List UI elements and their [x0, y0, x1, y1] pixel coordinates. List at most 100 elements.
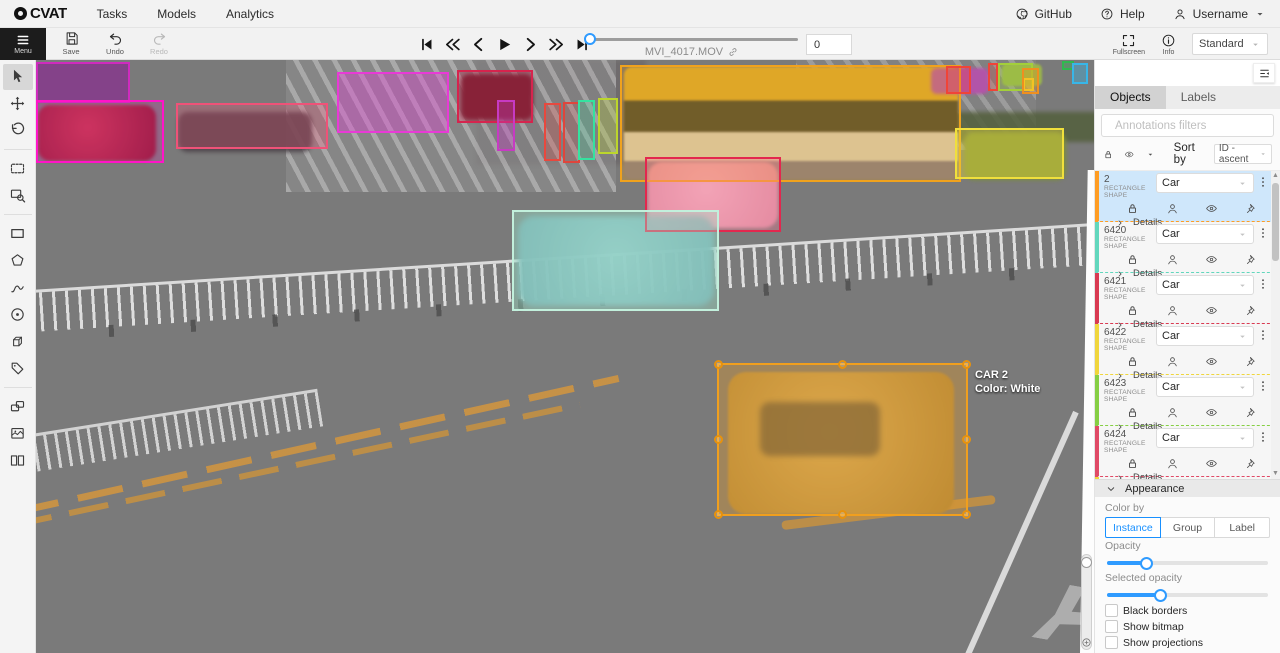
tab-objects[interactable]: Objects — [1095, 86, 1166, 109]
object-item[interactable]: 6424 RECTANGLE SHAPE Car Details — [1095, 426, 1280, 477]
tool-draw-rectangle[interactable] — [3, 221, 33, 247]
seek-slider[interactable] — [586, 38, 798, 41]
annotation-box[interactable] — [544, 103, 561, 161]
occluded-icon[interactable] — [1166, 202, 1179, 215]
occluded-icon[interactable] — [1166, 406, 1179, 419]
lock-icon[interactable] — [1126, 457, 1139, 470]
tool-rotate-canvas[interactable] — [3, 118, 33, 144]
checkbox-show-bitmap[interactable]: Show bitmap — [1105, 620, 1184, 633]
annotation-box[interactable] — [512, 210, 719, 311]
resize-handle[interactable] — [714, 435, 723, 444]
visibility-icon[interactable] — [1205, 355, 1218, 368]
object-menu-button[interactable] — [1256, 224, 1270, 242]
checkbox-black-borders[interactable]: Black borders — [1105, 604, 1187, 617]
checkbox-box[interactable] — [1105, 620, 1118, 633]
resize-handle[interactable] — [838, 510, 847, 519]
annotation-box[interactable] — [988, 63, 998, 91]
object-menu-button[interactable] — [1256, 173, 1270, 191]
object-item[interactable]: 2 RECTANGLE SHAPE Car Details — [1095, 171, 1280, 222]
github-link[interactable]: GitHub — [1015, 7, 1072, 21]
object-label-select[interactable]: Car — [1156, 275, 1254, 295]
tool-setup-tag[interactable] — [3, 356, 33, 382]
visibility-icon[interactable] — [1205, 253, 1218, 266]
lock-icon[interactable] — [1126, 304, 1139, 317]
color-by-group[interactable]: Group — [1161, 517, 1216, 538]
annotation-box[interactable] — [337, 72, 449, 133]
pin-icon[interactable] — [1245, 406, 1258, 419]
user-menu[interactable]: Username — [1173, 7, 1266, 21]
tool-draw-polyline[interactable] — [3, 275, 33, 301]
tool-draw-cuboid[interactable] — [3, 329, 33, 355]
visibility-icon[interactable] — [1205, 202, 1218, 215]
expand-all-icon[interactable] — [1146, 149, 1155, 160]
annotation-box[interactable] — [598, 98, 618, 154]
pin-icon[interactable] — [1245, 457, 1258, 470]
object-item[interactable]: 6423 RECTANGLE SHAPE Car Details — [1095, 375, 1280, 426]
annotations-filter-input[interactable] — [1115, 120, 1269, 132]
occluded-icon[interactable] — [1166, 253, 1179, 266]
link-icon[interactable] — [727, 46, 739, 58]
tool-draw-polygon[interactable] — [3, 248, 33, 274]
canvas-zoom-slider[interactable] — [1081, 554, 1092, 650]
menu-button[interactable]: Menu — [0, 28, 46, 60]
object-label-select[interactable]: Car — [1156, 224, 1254, 244]
zoom-in-icon[interactable] — [1081, 637, 1092, 648]
annotations-filter[interactable] — [1101, 114, 1274, 137]
annotation-box[interactable] — [1022, 68, 1039, 94]
object-item[interactable]: 6421 RECTANGLE SHAPE Car Details — [1095, 273, 1280, 324]
hide-all-icon[interactable] — [1124, 148, 1134, 161]
object-item[interactable]: 6422 RECTANGLE SHAPE Car Details — [1095, 324, 1280, 375]
lock-icon[interactable] — [1126, 406, 1139, 419]
objects-list-scrollbar[interactable]: ▲ ▼ — [1271, 171, 1280, 479]
occluded-icon[interactable] — [1166, 457, 1179, 470]
visibility-icon[interactable] — [1205, 304, 1218, 317]
tab-labels[interactable]: Labels — [1166, 86, 1231, 109]
tool-draw-points[interactable] — [3, 302, 33, 328]
workspace-mode-select[interactable]: Standard — [1192, 33, 1268, 55]
save-button[interactable]: Save — [52, 31, 90, 56]
resize-handle[interactable] — [962, 360, 971, 369]
color-by-label[interactable]: Label — [1215, 517, 1270, 538]
pin-icon[interactable] — [1245, 304, 1258, 317]
sort-select[interactable]: ID - ascent — [1214, 144, 1272, 164]
occluded-icon[interactable] — [1166, 304, 1179, 317]
object-menu-button[interactable] — [1256, 428, 1270, 446]
annotation-box[interactable] — [578, 100, 595, 160]
checkbox-box[interactable] — [1105, 636, 1118, 649]
object-menu-button[interactable] — [1256, 377, 1270, 395]
object-label-select[interactable]: Car — [1156, 377, 1254, 397]
tool-select-region[interactable] — [3, 183, 33, 209]
frame-number-input[interactable] — [806, 34, 852, 55]
pin-icon[interactable] — [1245, 253, 1258, 266]
pin-icon[interactable] — [1245, 355, 1258, 368]
tool-split-track[interactable] — [3, 448, 33, 474]
selected-opacity-handle[interactable] — [1154, 589, 1167, 602]
object-label-select[interactable]: Car — [1156, 428, 1254, 448]
appearance-header[interactable]: Appearance — [1095, 480, 1280, 497]
annotation-box[interactable] — [457, 70, 533, 123]
first-frame-button[interactable] — [418, 36, 435, 53]
fullscreen-button[interactable]: Fullscreen — [1113, 33, 1145, 56]
annotation-canvas[interactable]: CAR 2 Color: White — [36, 60, 1094, 653]
annotation-box[interactable] — [955, 128, 1064, 179]
next-frame-button[interactable] — [522, 36, 539, 53]
backward-jump-button[interactable] — [444, 36, 461, 53]
nav-item-tasks[interactable]: Tasks — [97, 7, 128, 21]
nav-item-analytics[interactable]: Analytics — [226, 7, 274, 21]
object-item[interactable]: 6420 RECTANGLE SHAPE Car Details — [1095, 222, 1280, 273]
annotation-box[interactable] — [36, 100, 164, 163]
nav-item-models[interactable]: Models — [157, 7, 196, 21]
opacity-slider[interactable] — [1107, 561, 1268, 565]
object-menu-button[interactable] — [1256, 275, 1270, 293]
resize-handle[interactable] — [962, 435, 971, 444]
play-button[interactable] — [496, 36, 513, 53]
resize-handle[interactable] — [714, 510, 723, 519]
redo-button[interactable]: Redo — [140, 31, 178, 56]
tool-fit-image[interactable] — [3, 156, 33, 182]
tool-cursor[interactable] — [3, 64, 33, 90]
zoom-slider-handle[interactable] — [1081, 557, 1092, 568]
annotation-box[interactable] — [176, 103, 328, 149]
undo-button[interactable]: Undo — [96, 31, 134, 56]
tool-group-shapes[interactable] — [3, 421, 33, 447]
tool-move[interactable] — [3, 91, 33, 117]
